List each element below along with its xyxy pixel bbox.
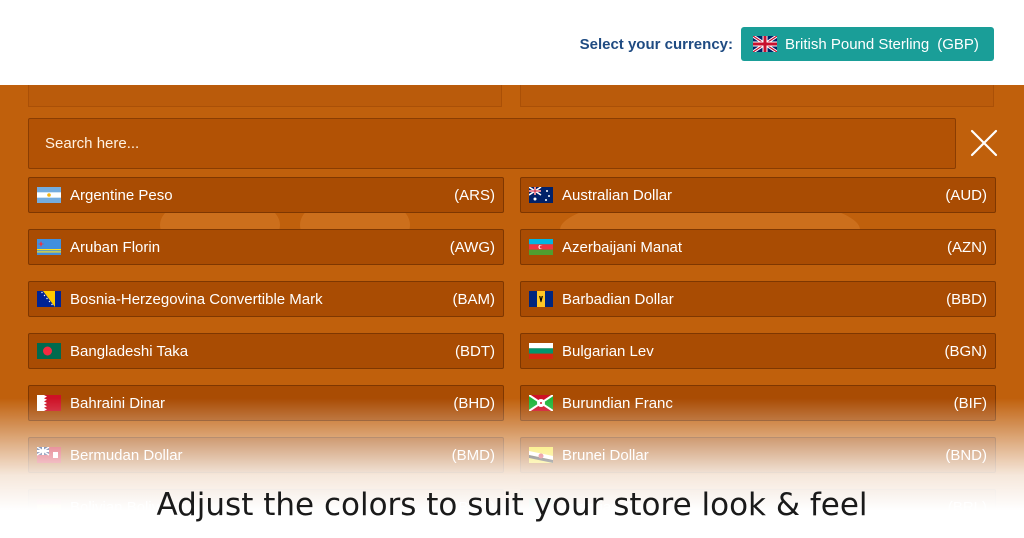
currency-code: (BGN): [944, 342, 988, 360]
currency-code: (BIF): [953, 394, 987, 412]
currency-option[interactable]: Burundian Franc (BIF): [520, 385, 996, 421]
argentina-flag-icon: [37, 187, 61, 203]
currency-option[interactable]: Bahraini Dinar (BHD): [28, 385, 504, 421]
currency-option[interactable]: Bulgarian Lev (BGN): [520, 333, 996, 369]
uk-flag-icon: [753, 36, 777, 52]
brunei-flag-icon: [529, 447, 553, 463]
currency-code: (ARS): [454, 186, 495, 204]
currency-name: Bosnia-Herzegovina Convertible Mark: [70, 290, 323, 308]
currency-name: Aruban Florin: [70, 238, 161, 256]
currency-name: Burundian Franc: [562, 394, 673, 412]
promo-caption: Adjust the colors to suit your store loo…: [156, 487, 868, 523]
currency-code: (BND): [945, 446, 987, 464]
burundi-flag-icon: [529, 395, 553, 411]
currency-code: (BDT): [455, 342, 495, 360]
currency-option[interactable]: Argentine Peso (ARS): [28, 177, 504, 213]
barbados-flag-icon: [529, 291, 553, 307]
currency-search-input[interactable]: Search here...: [28, 118, 956, 169]
currency-option[interactable]: Azerbaijani Manat (AZN): [520, 229, 996, 265]
currency-option[interactable]: Bosnia-Herzegovina Convertible Mark (BAM…: [28, 281, 504, 317]
currency-name: Bermudan Dollar: [70, 446, 183, 464]
selected-currency-name: British Pound Sterling: [785, 35, 930, 53]
currency-code: (BAM): [452, 290, 496, 308]
currency-code: (AWG): [449, 238, 495, 256]
close-icon[interactable]: [969, 128, 999, 158]
currency-label: Select your currency:: [579, 36, 733, 53]
background-row: [28, 85, 502, 107]
bangladesh-flag-icon: [37, 343, 61, 359]
bulgaria-flag-icon: [529, 343, 553, 359]
currency-option[interactable]: Bermudan Dollar (BMD): [28, 437, 504, 473]
currency-option[interactable]: Brunei Dollar (BND): [520, 437, 996, 473]
currency-option[interactable]: Barbadian Dollar (BBD): [520, 281, 996, 317]
currency-name: Australian Dollar: [562, 186, 673, 204]
currency-name: Azerbaijani Manat: [562, 238, 683, 256]
currency-name: Bulgarian Lev: [562, 342, 654, 360]
currency-code: (AZN): [947, 238, 987, 256]
currency-option[interactable]: Australian Dollar (AUD): [520, 177, 996, 213]
bermuda-flag-icon: [37, 447, 61, 463]
currency-option[interactable]: Aruban Florin (AWG): [28, 229, 504, 265]
selected-currency-code: (GBP): [937, 35, 979, 53]
bosnia-flag-icon: [37, 291, 61, 307]
background-row: [520, 85, 994, 107]
currency-name: Bahraini Dinar: [70, 394, 166, 412]
currency-code: (BMD): [451, 446, 495, 464]
aruba-flag-icon: [37, 239, 61, 255]
currency-code: (AUD): [945, 186, 987, 204]
currency-code: (BHD): [453, 394, 495, 412]
azerbaijan-flag-icon: [529, 239, 553, 255]
currency-selector-button[interactable]: British Pound Sterling (GBP): [741, 27, 994, 61]
currency-code: (BBD): [946, 290, 987, 308]
australia-flag-icon: [529, 187, 553, 203]
store-header: Select your currency: British Pound Ster…: [0, 0, 1024, 85]
currency-name: Barbadian Dollar: [562, 290, 674, 308]
currency-name: Brunei Dollar: [562, 446, 649, 464]
currency-name: Bangladeshi Taka: [70, 342, 189, 360]
currency-option[interactable]: Bangladeshi Taka (BDT): [28, 333, 504, 369]
bahrain-flag-icon: [37, 395, 61, 411]
currency-name: Argentine Peso: [70, 186, 173, 204]
